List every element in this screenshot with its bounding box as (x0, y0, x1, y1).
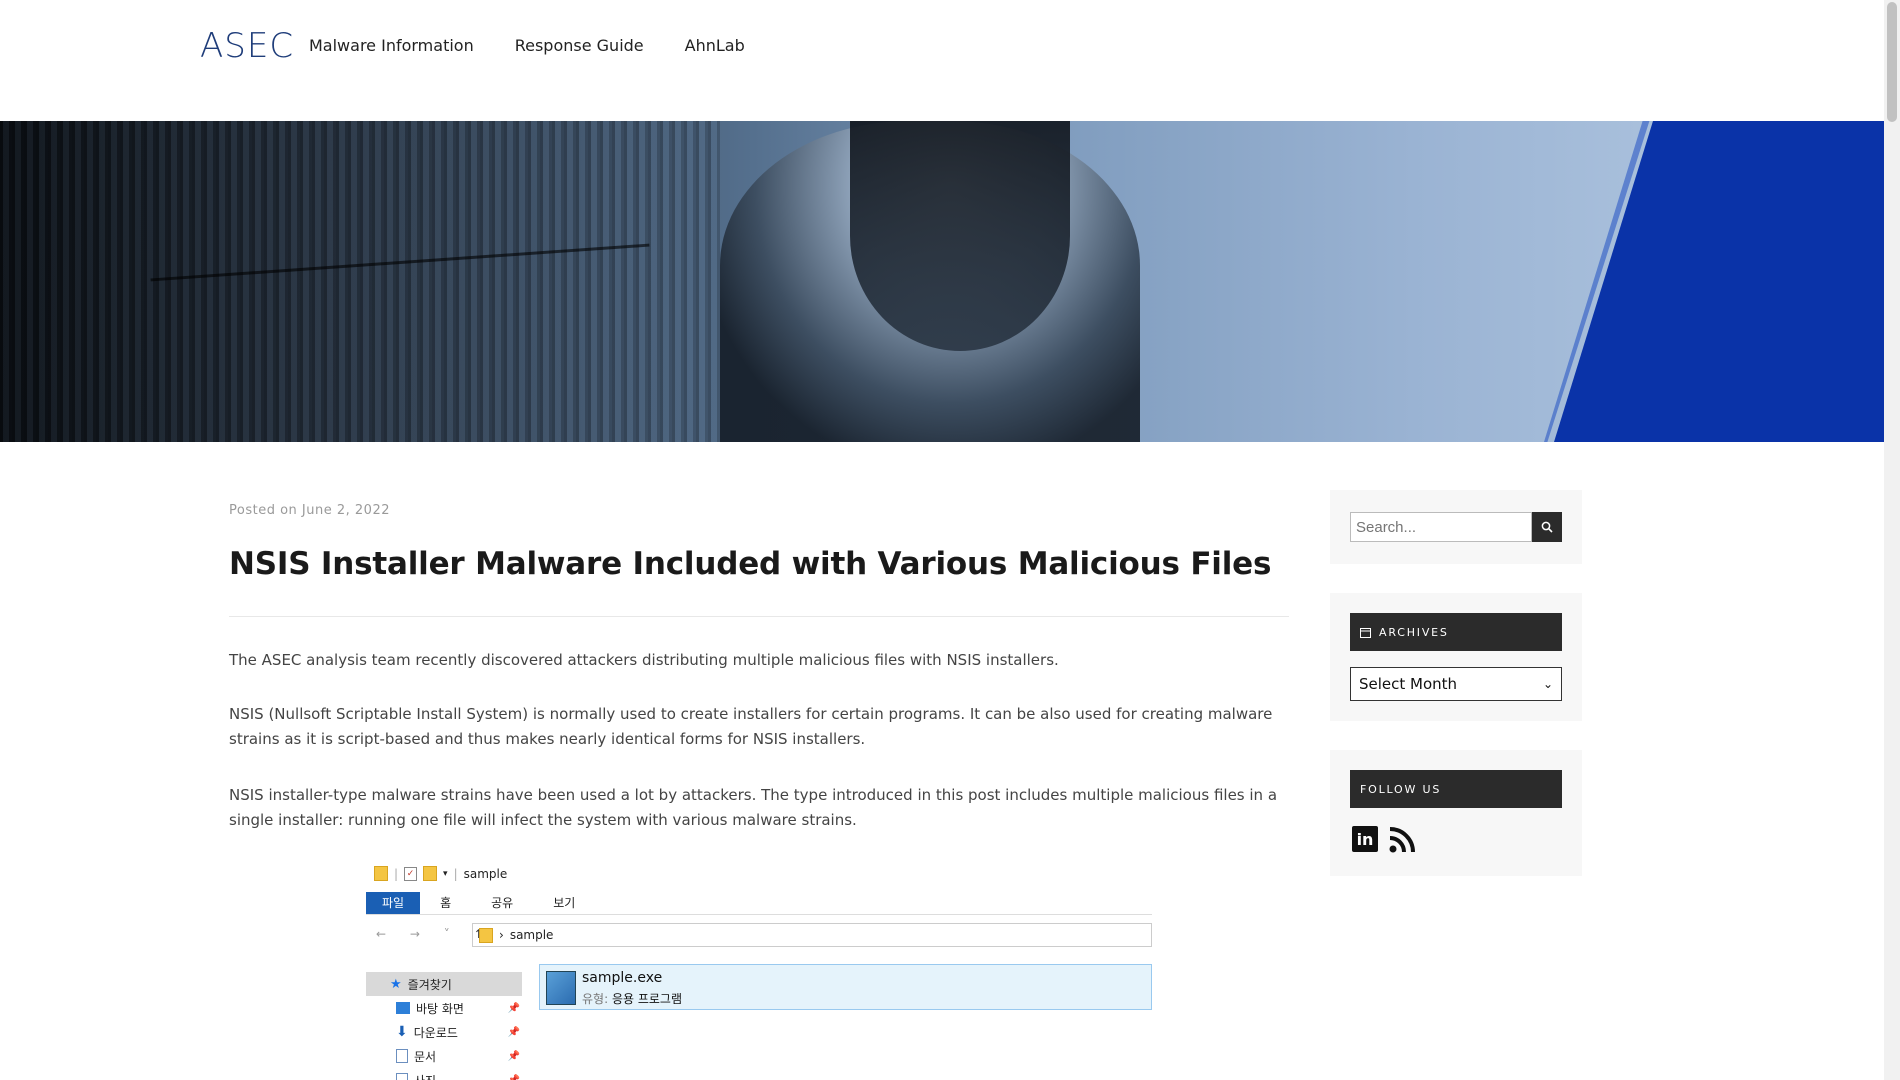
scrollbar-thumb[interactable] (1887, 2, 1897, 122)
ribbon-tab-share: 공유 (491, 896, 514, 910)
archives-widget: ARCHIVES Select Month ⌄ (1330, 593, 1582, 721)
linkedin-icon[interactable]: in (1352, 826, 1378, 852)
search-input[interactable] (1350, 512, 1532, 542)
pin-icon: 📌 (507, 1050, 520, 1062)
site-header: ASEC Malware Information Response Guide … (0, 0, 1884, 121)
nav-desktop: 바탕 화면 📌 (366, 996, 522, 1020)
ribbon-tab-view: 보기 (553, 896, 576, 910)
file-name: sample.exe (582, 970, 663, 986)
explorer-screenshot-image: | ✓ ▾ | sample 파일 홈 공유 보기 ← → ˅ ↑ › samp… (366, 862, 1152, 1080)
folder-icon (374, 866, 388, 881)
file-item: sample.exe 유형: 응용 프로그램 (539, 964, 1152, 1010)
header-banner-image (0, 121, 1884, 442)
banner-texture (0, 121, 720, 442)
picture-icon (396, 1073, 408, 1080)
ribbon-tab-home: 홈 (440, 896, 452, 910)
archives-title: ARCHIVES (1350, 613, 1562, 651)
follow-title: FOLLOW US (1350, 770, 1562, 808)
site-logo[interactable]: ASEC (200, 26, 294, 66)
post-paragraph: NSIS installer-type malware strains have… (229, 786, 1278, 829)
quick-access-toolbar: | ✓ ▾ | sample (374, 866, 507, 881)
search-button[interactable] (1532, 512, 1562, 542)
address-box: › sample (472, 923, 1152, 947)
ribbon-tab-file: 파일 (366, 892, 421, 914)
page-scrollbar[interactable] (1884, 0, 1900, 1080)
follow-widget: FOLLOW US in (1330, 750, 1582, 876)
post-title: NSIS Installer Malware Included with Var… (229, 546, 1272, 582)
chevron-right-icon: › (499, 928, 504, 942)
dropdown-icon: ▾ (443, 868, 448, 879)
archives-title-text: ARCHIVES (1379, 625, 1449, 639)
title-divider (229, 616, 1289, 617)
posted-on-label: Posted on (229, 503, 298, 518)
social-icons: in (1352, 826, 1416, 854)
chevron-down-icon: ⌄ (1542, 677, 1553, 691)
archives-select-value: Select Month (1359, 675, 1458, 693)
file-type-label: 유형: (582, 992, 609, 1006)
banner-face-shadow (850, 121, 1070, 351)
nav-item-label: 문서 (414, 1049, 437, 1064)
rss-icon[interactable] (1388, 826, 1416, 854)
file-type: 유형: 응용 프로그램 (582, 990, 682, 1007)
nav-item-label: 다운로드 (413, 1025, 458, 1040)
download-icon: ⬇ (396, 1024, 408, 1040)
pin-icon: 📌 (507, 1002, 520, 1014)
folder-icon (479, 927, 493, 943)
address-path: sample (509, 928, 554, 942)
nav-documents: 문서 📌 (366, 1044, 522, 1068)
search-widget (1330, 490, 1582, 564)
banner-blue-stripe (1554, 121, 1884, 442)
nav-downloads: ⬇ 다운로드 📌 (366, 1020, 522, 1044)
explorer-nav-pane: ★ 즐겨찾기 바탕 화면 📌 ⬇ 다운로드 📌 문서 📌 사진 📌 (366, 972, 522, 1080)
nav-item-label: 바탕 화면 (416, 1001, 464, 1016)
post-meta: Posted on June 2, 2022 (229, 503, 390, 518)
nav-quick-access: ★ 즐겨찾기 (366, 972, 522, 996)
post-paragraph: The ASEC analysis team recently discover… (229, 651, 1059, 669)
document-icon (396, 1049, 408, 1063)
archives-month-select[interactable]: Select Month ⌄ (1350, 667, 1562, 701)
window-title: sample (463, 866, 508, 881)
pin-icon: 📌 (507, 1074, 520, 1080)
properties-icon: ✓ (404, 866, 418, 881)
nav-item-label: 사진 (414, 1072, 436, 1080)
new-folder-icon (423, 866, 438, 881)
post-date[interactable]: June 2, 2022 (302, 503, 390, 518)
explorer-address-bar: ← → ˅ ↑ › sample (366, 919, 1152, 949)
desktop-icon (396, 1002, 410, 1014)
search-icon (1541, 521, 1553, 533)
star-icon: ★ (390, 976, 402, 992)
nav-response-guide[interactable]: Response Guide (515, 36, 644, 55)
pin-icon: 📌 (507, 1026, 520, 1038)
nav-pictures: 사진 📌 (366, 1068, 522, 1080)
nav-item-label: 즐겨찾기 (407, 977, 452, 992)
nav-malware-information[interactable]: Malware Information (309, 36, 474, 55)
post-paragraph: NSIS (Nullsoft Scriptable Install System… (229, 705, 1273, 748)
exe-file-icon (546, 971, 576, 1005)
file-type-value: 응용 프로그램 (611, 992, 683, 1006)
calendar-icon (1360, 627, 1371, 638)
nav-ahnlab[interactable]: AhnLab (685, 36, 745, 55)
main-nav: Malware Information Response Guide AhnLa… (309, 36, 745, 55)
explorer-ribbon: 파일 홈 공유 보기 (366, 892, 1152, 915)
